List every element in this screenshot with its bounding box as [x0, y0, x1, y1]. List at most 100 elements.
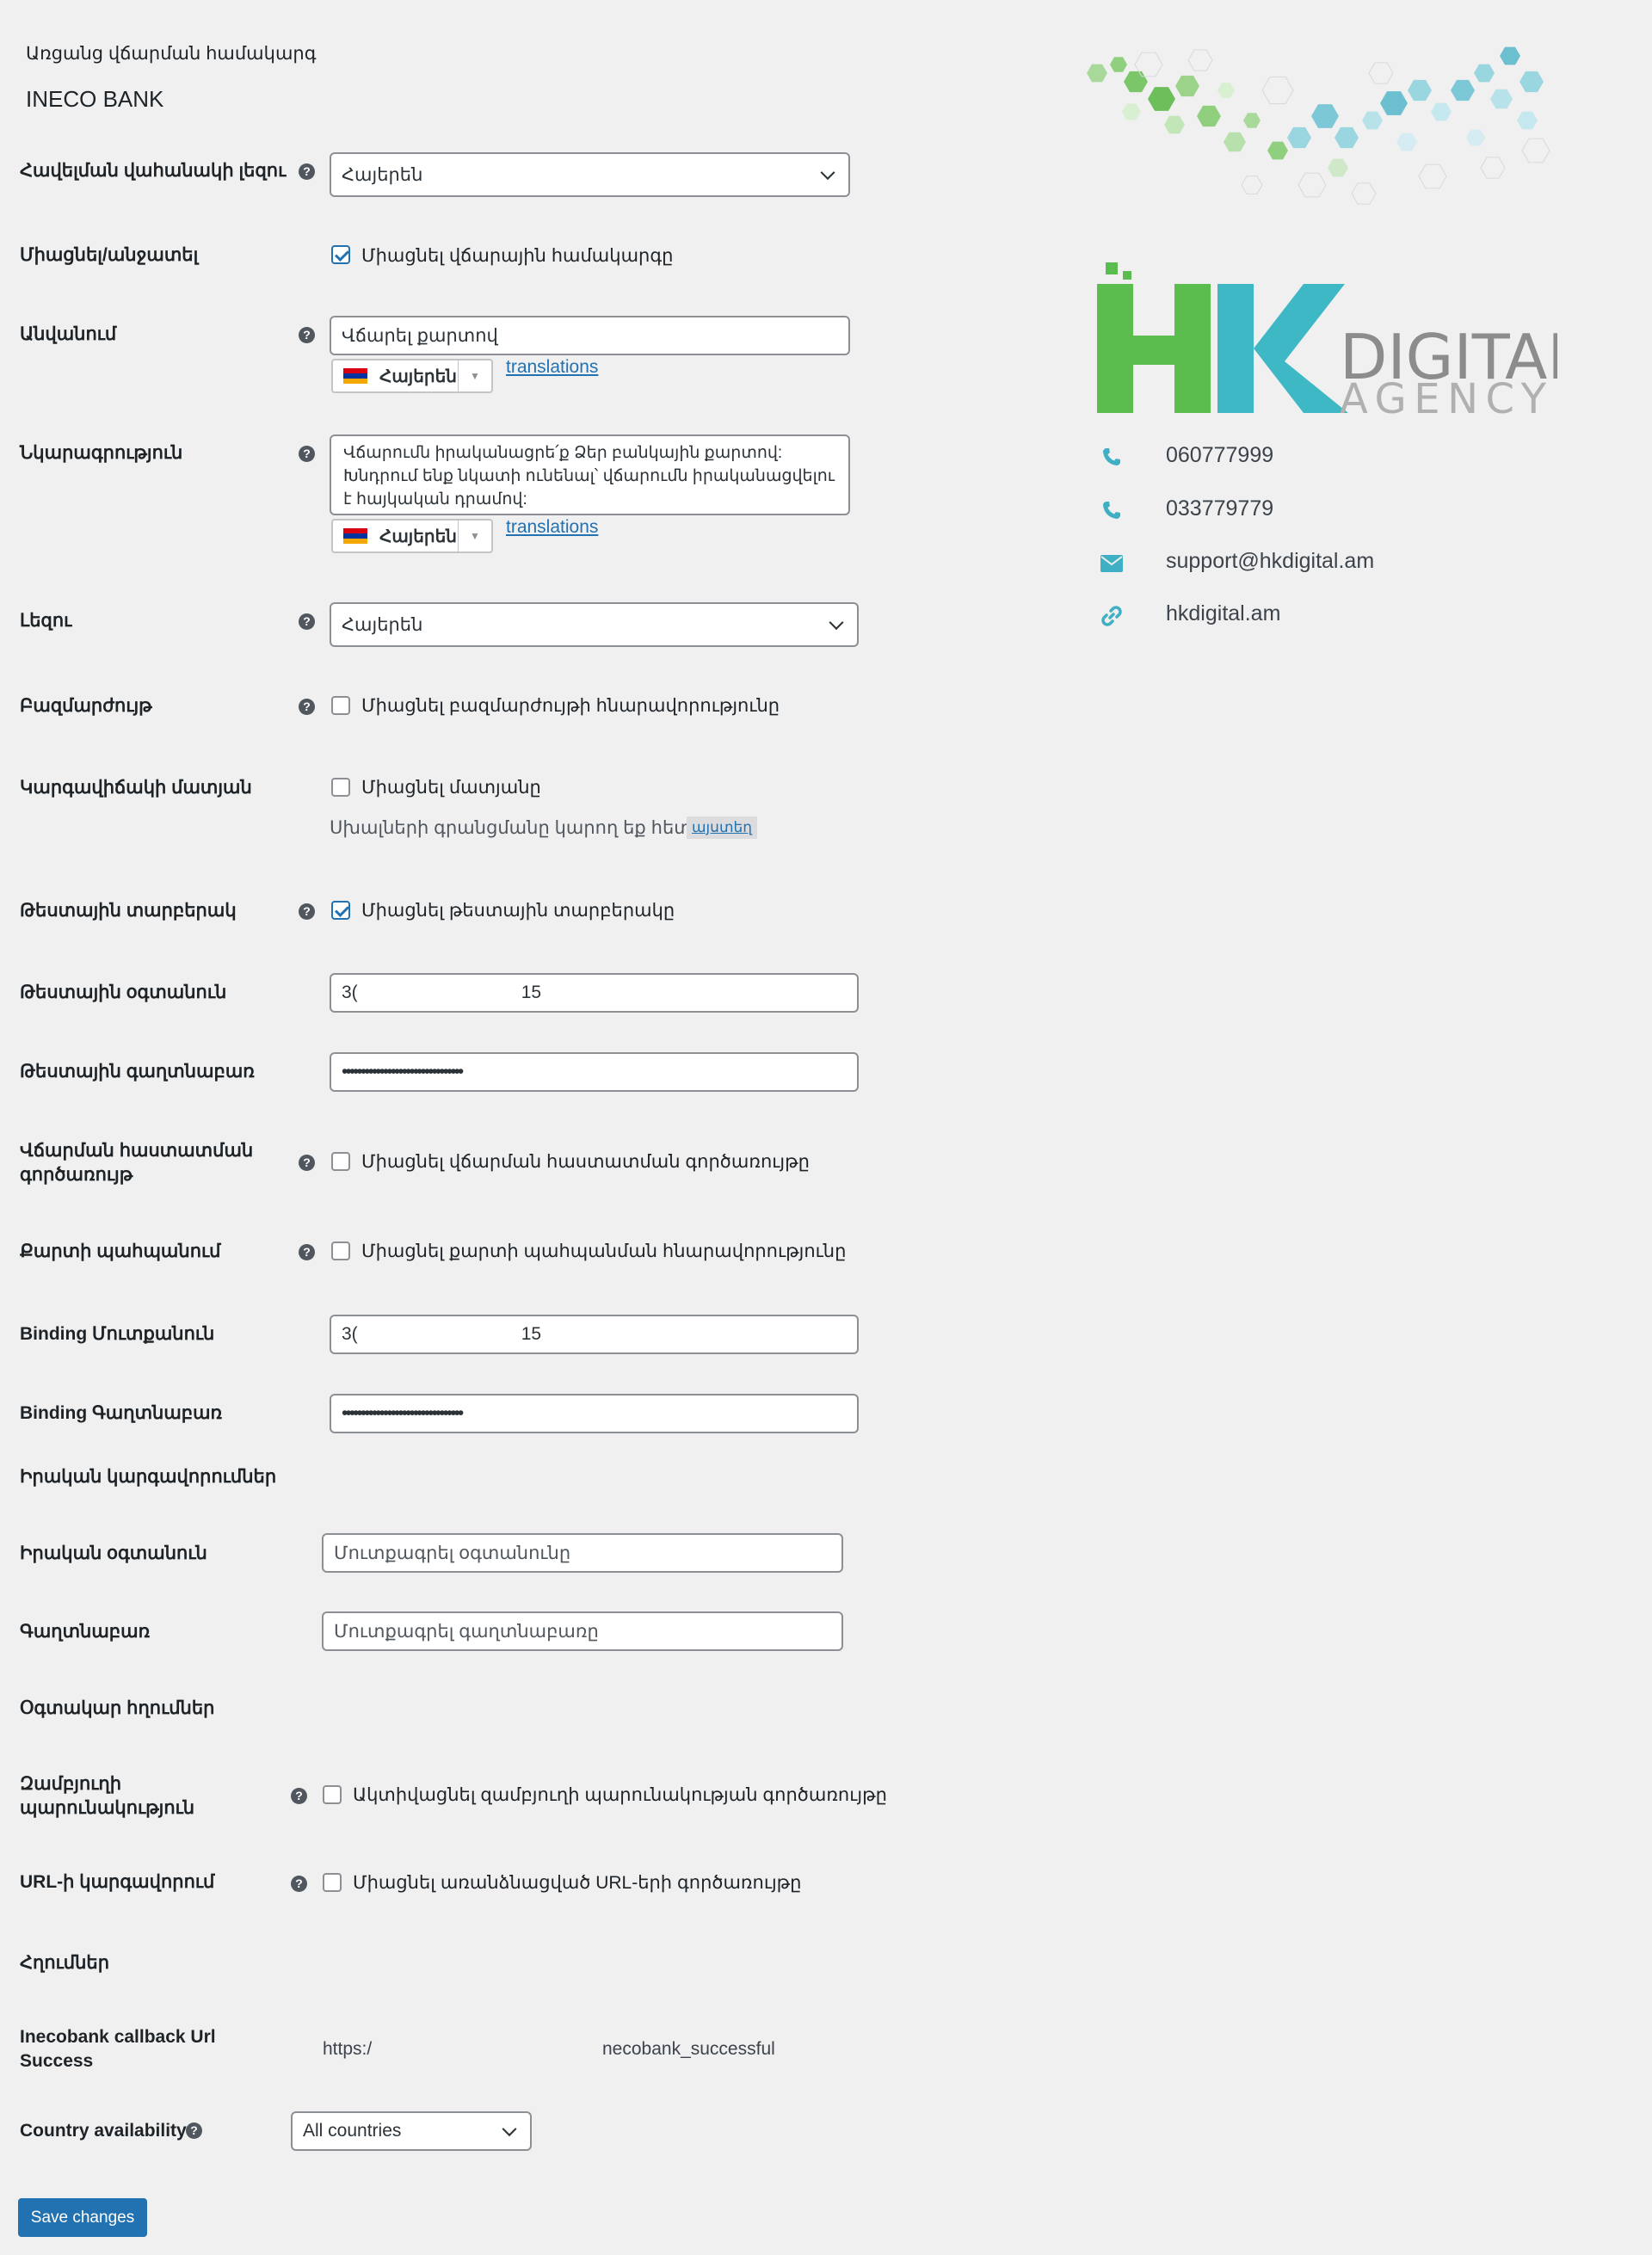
empty-cart-label: Զամբյուղի պարունակություն [20, 1774, 195, 1818]
live-user-label: Իրական օգտանուն [20, 1543, 207, 1563]
payment-confirm-checkbox[interactable] [331, 1152, 350, 1171]
link-icon [1100, 604, 1124, 628]
hexagon-shape [1243, 113, 1261, 128]
name-input[interactable]: Վճարել քարտով [330, 316, 850, 355]
hexagon-shape [1431, 102, 1452, 121]
description-language-select[interactable]: Հայերեն ▼ [331, 519, 493, 553]
phone-icon [1100, 445, 1124, 469]
armenia-flag-icon [343, 368, 367, 384]
description-translations-link[interactable]: translations [506, 517, 598, 538]
hexagon-shape [1122, 103, 1141, 120]
help-icon[interactable]: ? [299, 1244, 315, 1260]
enable-label: Միացնել/անջատել [20, 245, 199, 265]
debug-log-checkbox[interactable] [331, 778, 350, 797]
callback-url-start: https:/ [323, 2039, 373, 2059]
useful-links-heading: Օգտակար հղումներ [20, 1698, 215, 1718]
name-translations-link[interactable]: translations [506, 357, 598, 378]
card-save-checkbox-label: Միացնել քարտի պահպանման հնարավորությունը [361, 1241, 847, 1261]
hexagon-shape [1480, 157, 1506, 179]
test-password-input[interactable]: •••••••••••••••••••••••••••••••• [330, 1052, 859, 1092]
hexagon-shape [1267, 141, 1288, 160]
multicurrency-checkbox-label: Միացնել բազմարժույթի հնարավորությունը [361, 696, 780, 716]
chevron-down-icon: ▼ [458, 521, 491, 551]
hexagon-shape [1124, 71, 1148, 93]
help-icon[interactable]: ? [291, 1788, 307, 1804]
help-icon[interactable]: ? [299, 327, 315, 343]
enable-checkbox-label: Միացնել վճարային համակարգը [361, 246, 674, 266]
help-icon[interactable]: ? [299, 163, 315, 180]
hexagon-shape [1335, 126, 1359, 149]
hexagon-shape [1164, 115, 1185, 134]
hexagon-shape [1418, 163, 1447, 189]
binding-login-label: Binding Մուտքանուն [20, 1324, 215, 1344]
card-save-checkbox[interactable] [331, 1241, 350, 1260]
debug-log-label: Կարգավիճակի մատյան [20, 778, 252, 798]
binding-password-input[interactable]: •••••••••••••••••••••••••••••••• [330, 1394, 859, 1433]
hexagon-shape [1224, 132, 1246, 152]
callback-url-end: necobank_successful [602, 2039, 775, 2059]
hexagon-shape [1187, 49, 1213, 71]
help-icon[interactable]: ? [299, 903, 315, 920]
contact-phone-2[interactable]: 033779779 [1166, 496, 1273, 521]
page-language-select[interactable]: Հայերեն [330, 152, 850, 197]
binding-login-input[interactable]: 3( 15 [330, 1315, 859, 1354]
page-language-label: Հավելման վահանակի լեզու [20, 161, 287, 181]
description-textarea[interactable]: Վճարումն իրականացրե՛ք Ձեր բանկային քարտո… [330, 434, 850, 515]
hexagon-shape [1328, 158, 1348, 177]
hexagon-shape [1311, 104, 1339, 128]
help-icon[interactable]: ? [299, 1155, 315, 1171]
hk-digital-logo: DIGITAL AGENCY [1097, 262, 1557, 417]
payment-confirm-checkbox-label: Միացնել վճարման հաստատման գործառույթը [361, 1152, 810, 1172]
live-password-input[interactable]: Մուտքագրել գաղտնաբառը [322, 1611, 843, 1651]
contact-website[interactable]: hkdigital.am [1166, 601, 1280, 626]
help-icon[interactable]: ? [186, 2123, 202, 2139]
name-label: Անվանում [20, 324, 117, 344]
hexagon-shape [1110, 57, 1127, 72]
hexagon-shape [1519, 71, 1544, 93]
hexagon-shape [1466, 129, 1485, 146]
hexagon-shape [1287, 126, 1311, 149]
hexagon-shape [1380, 91, 1408, 115]
hexagon-shape [1517, 111, 1538, 130]
debug-log-hint: Սխալների գրանցմանը կարող եք հետևել [330, 818, 723, 838]
url-settings-checkbox[interactable] [323, 1873, 342, 1892]
test-password-label: Թեստային գաղտնաբառ [20, 1062, 255, 1081]
test-user-label: Թեստային օգտանուն [20, 983, 227, 1002]
country-availability-label: Country availability [20, 2121, 187, 2141]
hexagon-shape [1396, 132, 1417, 151]
live-user-input[interactable]: Մուտքագրել օգտանունը [322, 1533, 843, 1573]
hexagon-shape [1241, 176, 1263, 194]
debug-log-here-link[interactable]: այստեղ [687, 816, 758, 839]
links-heading: Հղումներ [20, 1953, 110, 1973]
help-icon[interactable]: ? [299, 446, 315, 462]
hexagon-pattern-image [1087, 46, 1550, 205]
hexagon-shape [1474, 64, 1495, 83]
page-title: INECO BANK [26, 86, 164, 112]
test-user-input[interactable]: 3( 15 [330, 973, 859, 1013]
enable-checkbox[interactable] [331, 245, 350, 264]
save-changes-button[interactable]: Save changes [18, 2198, 147, 2237]
empty-cart-checkbox[interactable] [323, 1785, 342, 1804]
hexagon-shape [1197, 105, 1221, 127]
card-save-label: Քարտի պահպանում [20, 1241, 221, 1261]
country-availability-select[interactable]: All countries [291, 2111, 532, 2151]
hexagon-shape [1087, 64, 1107, 83]
help-icon[interactable]: ? [299, 699, 315, 715]
contact-phone-1[interactable]: 060777999 [1166, 443, 1273, 468]
language-select[interactable]: Հայերեն [330, 602, 859, 647]
contact-email[interactable]: support@hkdigital.am [1166, 549, 1374, 574]
name-language-select[interactable]: Հայերեն ▼ [331, 359, 493, 393]
test-mode-checkbox[interactable] [331, 901, 350, 920]
hexagon-shape [1298, 172, 1327, 198]
envelope-icon [1100, 551, 1124, 576]
hexagon-shape [1521, 138, 1550, 163]
url-settings-label: URL-ի կարգավորում [20, 1872, 215, 1892]
hexagon-shape [1451, 79, 1475, 102]
phone-icon [1100, 498, 1124, 522]
test-mode-label: Թեստային տարբերակ [20, 901, 237, 921]
binding-password-label: Binding Գաղտնաբառ [20, 1403, 223, 1423]
help-icon[interactable]: ? [291, 1876, 307, 1892]
help-icon[interactable]: ? [299, 613, 315, 630]
armenia-flag-icon [343, 528, 367, 544]
multicurrency-checkbox[interactable] [331, 696, 350, 715]
